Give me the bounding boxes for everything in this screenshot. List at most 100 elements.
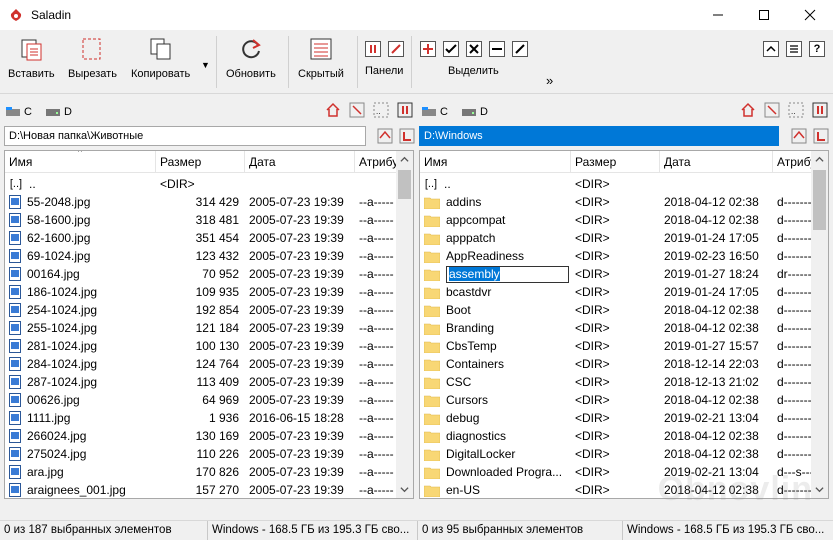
right-col-date[interactable]: Дата (660, 151, 773, 173)
right-path-bar[interactable]: D:\Windows (419, 126, 779, 146)
scroll-up-icon[interactable] (396, 151, 413, 168)
folder-icon (424, 449, 440, 461)
collapse-toolbar-button[interactable] (763, 41, 779, 57)
select-all-button[interactable] (443, 41, 459, 57)
right-scrollbar[interactable] (811, 151, 828, 498)
scroll-down-icon[interactable] (811, 481, 828, 498)
table-row[interactable]: Boot <DIR> 2018-04-12 02:38 d------- (420, 301, 813, 319)
table-row[interactable]: diagnostics <DIR> 2018-04-12 02:38 d------- (420, 427, 813, 445)
table-row[interactable]: 62-1600.jpg 351 454 2005-07-23 19:39 --a---… (5, 229, 398, 247)
table-row[interactable]: 275024.jpg 110 226 2005-07-23 19:39 --a----… (5, 445, 398, 463)
right-col-size[interactable]: Размер (571, 151, 660, 173)
panels-split-button[interactable] (365, 41, 381, 57)
table-row[interactable]: araignees_001.jpg 157 270 2005-07-23 19:39… (5, 481, 398, 498)
row-attributes: --a----- (359, 267, 394, 281)
table-row[interactable]: 00164.jpg 70 952 2005-07-23 19:39 --a----- (5, 265, 398, 283)
table-row[interactable]: bcastdvr <DIR> 2019-01-24 17:05 d------- (420, 283, 813, 301)
table-row[interactable]: Cursors <DIR> 2018-04-12 02:38 d------- (420, 391, 813, 409)
right-split-button[interactable] (811, 101, 829, 119)
table-row[interactable]: 284-1024.jpg 124 764 2005-07-23 19:39 --a--… (5, 355, 398, 373)
left-scroll-thumb[interactable] (398, 170, 411, 199)
left-drive-c[interactable]: C (6, 106, 32, 118)
right-drive-c[interactable]: C (422, 106, 448, 118)
table-row[interactable]: addins <DIR> 2018-04-12 02:38 d------- (420, 193, 813, 211)
panels-edit-button[interactable] (388, 41, 404, 57)
paste-button[interactable]: Вставить (8, 34, 55, 80)
toolbar-more-button[interactable]: » (546, 73, 553, 88)
menu-button[interactable] (786, 41, 802, 57)
left-col-date[interactable]: Дата (245, 151, 355, 173)
rename-input[interactable]: assembly (446, 265, 569, 283)
table-row[interactable]: 254-1024.jpg 192 854 2005-07-23 19:39 --a--… (5, 301, 398, 319)
left-parent-button[interactable]: .. (372, 101, 390, 119)
table-row[interactable]: 00626.jpg 64 969 2005-07-23 19:39 --a----- (5, 391, 398, 409)
left-drive-d[interactable]: D (45, 106, 72, 118)
left-file-list[interactable]: ^ Имя Размер Дата Атрибуты [..].. <DIR> 55-… (4, 150, 414, 499)
table-row[interactable]: 186-1024.jpg 109 935 2005-07-23 19:39 --a--… (5, 283, 398, 301)
select-remove-button[interactable] (489, 41, 505, 57)
table-row[interactable]: DigitalLocker <DIR> 2018-04-12 02:38 d-----… (420, 445, 813, 463)
hidden-button[interactable]: Скрытый (298, 34, 344, 80)
table-row[interactable]: 1111.jpg 1 936 2016-06-15 18:28 --a----- (5, 409, 398, 427)
right-col-name[interactable]: Имя (420, 151, 571, 173)
row-date: 2005-07-23 19:39 (249, 465, 344, 479)
right-bookmark-button[interactable] (812, 127, 830, 145)
table-row[interactable]: 287-1024.jpg 113 409 2005-07-23 19:39 --a--… (5, 373, 398, 391)
select-add-button[interactable] (420, 41, 436, 57)
table-row[interactable]: [..].. <DIR> (5, 175, 398, 193)
table-row[interactable]: 58-1600.jpg 318 481 2005-07-23 19:39 --a---… (5, 211, 398, 229)
table-row[interactable]: assembly <DIR> 2019-01-27 18:24 dr------ (420, 265, 813, 283)
left-col-name[interactable]: ^ Имя (5, 151, 156, 173)
left-split-button[interactable] (396, 101, 414, 119)
row-date: 2018-12-13 21:02 (664, 375, 759, 389)
refresh-button[interactable]: Обновить (226, 34, 276, 80)
table-row[interactable]: 69-1024.jpg 123 432 2005-07-23 19:39 --a---… (5, 247, 398, 265)
right-file-list[interactable]: Имя Размер Дата Атрибуты [..].. <DIR> addi… (419, 150, 829, 499)
table-row[interactable]: AppReadiness <DIR> 2019-02-23 16:50 d------… (420, 247, 813, 265)
table-row[interactable]: appcompat <DIR> 2018-04-12 02:38 d------- (420, 211, 813, 229)
left-bookmark-button[interactable] (398, 127, 416, 145)
select-none-button[interactable] (466, 41, 482, 57)
left-path-bar[interactable]: D:\Новая папка\Животные (4, 126, 366, 146)
right-scroll-thumb[interactable] (813, 170, 826, 230)
help-button[interactable]: ? (809, 41, 825, 57)
table-row[interactable]: debug <DIR> 2019-02-21 13:04 d------- (420, 409, 813, 427)
table-row[interactable]: 281-1024.jpg 100 130 2005-07-23 19:39 --a--… (5, 337, 398, 355)
row-size: <DIR> (575, 429, 610, 443)
right-home-button[interactable] (739, 101, 757, 119)
table-row[interactable]: apppatch <DIR> 2019-01-24 17:05 d------- (420, 229, 813, 247)
table-row[interactable]: Branding <DIR> 2018-04-12 02:38 d------- (420, 319, 813, 337)
cut-button[interactable]: Вырезать (68, 34, 117, 80)
right-drive-d[interactable]: D (461, 106, 488, 118)
left-history-button[interactable] (376, 127, 394, 145)
minimize-button[interactable] (695, 0, 741, 30)
left-home-button[interactable] (324, 101, 342, 119)
scroll-down-icon[interactable] (396, 481, 413, 498)
left-scrollbar[interactable] (396, 151, 413, 498)
maximize-button[interactable] (741, 0, 787, 30)
copy-button[interactable]: Копировать (131, 34, 190, 80)
table-row[interactable]: ara.jpg 170 826 2005-07-23 19:39 --a----- (5, 463, 398, 481)
plus-icon (423, 44, 433, 54)
table-row[interactable]: CbsTemp <DIR> 2019-01-27 15:57 d------- (420, 337, 813, 355)
select-edit-button[interactable] (512, 41, 528, 57)
table-row[interactable]: CSC <DIR> 2018-12-13 21:02 d------- (420, 373, 813, 391)
left-panel-buttons: .. (318, 101, 414, 119)
row-name: 62-1600.jpg (5, 229, 156, 247)
copy-dropdown-icon[interactable]: ▼ (201, 60, 210, 70)
table-row[interactable]: Containers <DIR> 2018-12-14 22:03 d------- (420, 355, 813, 373)
right-root-button[interactable] (763, 101, 781, 119)
close-button[interactable] (787, 0, 833, 30)
left-col-size[interactable]: Размер (156, 151, 245, 173)
right-history-button[interactable] (790, 127, 808, 145)
row-size: 121 184 (195, 321, 239, 335)
table-row[interactable]: 255-1024.jpg 121 184 2005-07-23 19:39 --a--… (5, 319, 398, 337)
scroll-up-icon[interactable] (811, 151, 828, 168)
row-attributes: --a----- (359, 483, 394, 497)
left-root-button[interactable] (348, 101, 366, 119)
row-date: 2005-07-23 19:39 (249, 447, 344, 461)
table-row[interactable]: [..].. <DIR> (420, 175, 813, 193)
table-row[interactable]: 266024.jpg 130 169 2005-07-23 19:39 --a----… (5, 427, 398, 445)
right-parent-button[interactable]: .. (787, 101, 805, 119)
table-row[interactable]: 55-2048.jpg 314 429 2005-07-23 19:39 --a---… (5, 193, 398, 211)
